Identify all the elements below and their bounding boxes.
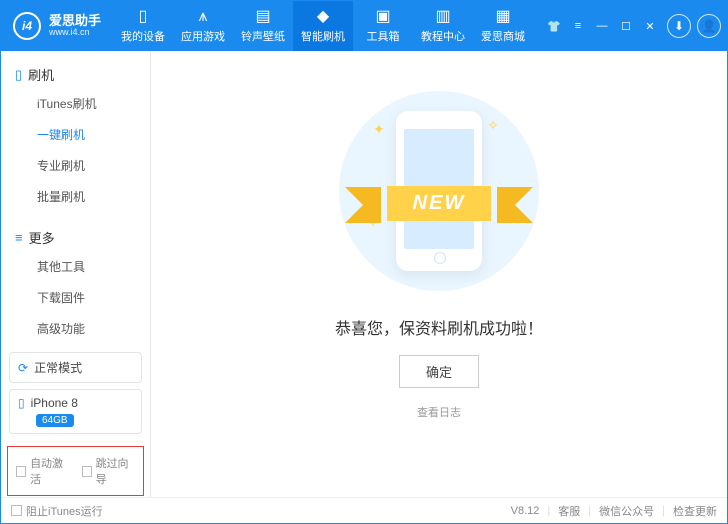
main-tabs: ▯我的设备 ⩚应用游戏 ▤铃声壁纸 ◆智能刷机 ▣工具箱 ▥教程中心 ▦爱思商城 — [113, 1, 543, 51]
logo-icon: i4 — [13, 12, 41, 40]
version-label: V8.12 — [511, 505, 540, 517]
storage-badge: 64GB — [36, 414, 74, 427]
sparkle-icon: ✦ — [373, 121, 385, 138]
tab-store[interactable]: ▦爱思商城 — [473, 1, 533, 51]
menu-icon[interactable]: ≡ — [567, 15, 589, 37]
device-name: iPhone 8 — [31, 396, 78, 410]
sidebar-item-pro[interactable]: 专业刷机 — [1, 150, 150, 181]
sidebar-item-itunes[interactable]: iTunes刷机 — [1, 88, 150, 119]
minimize-button[interactable]: — — [591, 15, 613, 37]
main-content: ✦ ✧ ✧ ✦ NEW 恭喜您，保资料刷机成功啦！ 确定 查看日志 — [151, 51, 727, 497]
shirt-icon[interactable]: 👕 — [543, 15, 565, 37]
tab-ringtones[interactable]: ▤铃声壁纸 — [233, 1, 293, 51]
window-controls: 👕 ≡ — ☐ ✕ ⬇ 👤 — [543, 14, 727, 38]
sparkle-icon: ✧ — [487, 117, 499, 134]
sidebar-item-firmware[interactable]: 下载固件 — [1, 282, 150, 313]
sidebar-group-more[interactable]: ≡更多 — [1, 224, 150, 251]
update-link[interactable]: 检查更新 — [673, 503, 717, 519]
activation-options: 自动激活 跳过向导 — [7, 446, 144, 496]
phone-small-icon: ▯ — [18, 396, 25, 410]
sidebar-item-othertools[interactable]: 其他工具 — [1, 251, 150, 282]
brand-title: 爱思助手 — [49, 14, 101, 28]
status-bar: 阻止iTunes运行 V8.12| 客服| 微信公众号| 检查更新 — [1, 497, 727, 523]
success-illustration: ✦ ✧ ✧ ✦ NEW — [339, 91, 539, 291]
maximize-button[interactable]: ☐ — [615, 15, 637, 37]
apps-icon: ⩚ — [199, 9, 208, 25]
sidebar: ▯刷机 iTunes刷机 一键刷机 专业刷机 批量刷机 ≡更多 其他工具 下载固… — [1, 51, 151, 497]
sidebar-item-advanced[interactable]: 高级功能 — [1, 313, 150, 344]
user-button[interactable]: 👤 — [697, 14, 721, 38]
music-icon: ▤ — [255, 9, 270, 25]
phone-icon: ▯ — [139, 9, 148, 25]
sidebar-item-batch[interactable]: 批量刷机 — [1, 181, 150, 212]
store-icon: ▦ — [495, 9, 510, 25]
checkbox-blockitunes[interactable]: 阻止iTunes运行 — [11, 503, 103, 519]
wechat-link[interactable]: 微信公众号 — [599, 503, 654, 519]
device-icon: ▯ — [15, 67, 22, 83]
support-link[interactable]: 客服 — [558, 503, 580, 519]
download-button[interactable]: ⬇ — [667, 14, 691, 38]
sidebar-group-flash[interactable]: ▯刷机 — [1, 61, 150, 88]
new-ribbon: NEW — [347, 183, 531, 223]
checkbox-autoactivate[interactable]: 自动激活 — [16, 455, 70, 487]
brand-url: www.i4.cn — [49, 28, 101, 38]
success-message: 恭喜您，保资料刷机成功啦！ — [335, 315, 543, 339]
device-card[interactable]: ▯ iPhone 8 64GB — [9, 389, 142, 434]
tab-tutorial[interactable]: ▥教程中心 — [413, 1, 473, 51]
view-log-link[interactable]: 查看日志 — [417, 404, 461, 420]
tab-mydevice[interactable]: ▯我的设备 — [113, 1, 173, 51]
more-icon: ≡ — [15, 230, 23, 245]
brand: i4 爱思助手 www.i4.cn — [1, 12, 113, 40]
flash-icon: ◆ — [317, 9, 329, 25]
refresh-icon: ⟳ — [18, 361, 28, 375]
tab-flash[interactable]: ◆智能刷机 — [293, 1, 353, 51]
title-bar: i4 爱思助手 www.i4.cn ▯我的设备 ⩚应用游戏 ▤铃声壁纸 ◆智能刷… — [1, 1, 727, 51]
close-button[interactable]: ✕ — [639, 15, 661, 37]
sidebar-item-oneclick[interactable]: 一键刷机 — [1, 119, 150, 150]
confirm-button[interactable]: 确定 — [399, 355, 479, 388]
toolbox-icon: ▣ — [375, 9, 390, 25]
book-icon: ▥ — [435, 9, 450, 25]
tab-toolbox[interactable]: ▣工具箱 — [353, 1, 413, 51]
mode-selector[interactable]: ⟳正常模式 — [9, 352, 142, 383]
tab-apps[interactable]: ⩚应用游戏 — [173, 1, 233, 51]
checkbox-skipwizard[interactable]: 跳过向导 — [82, 455, 136, 487]
